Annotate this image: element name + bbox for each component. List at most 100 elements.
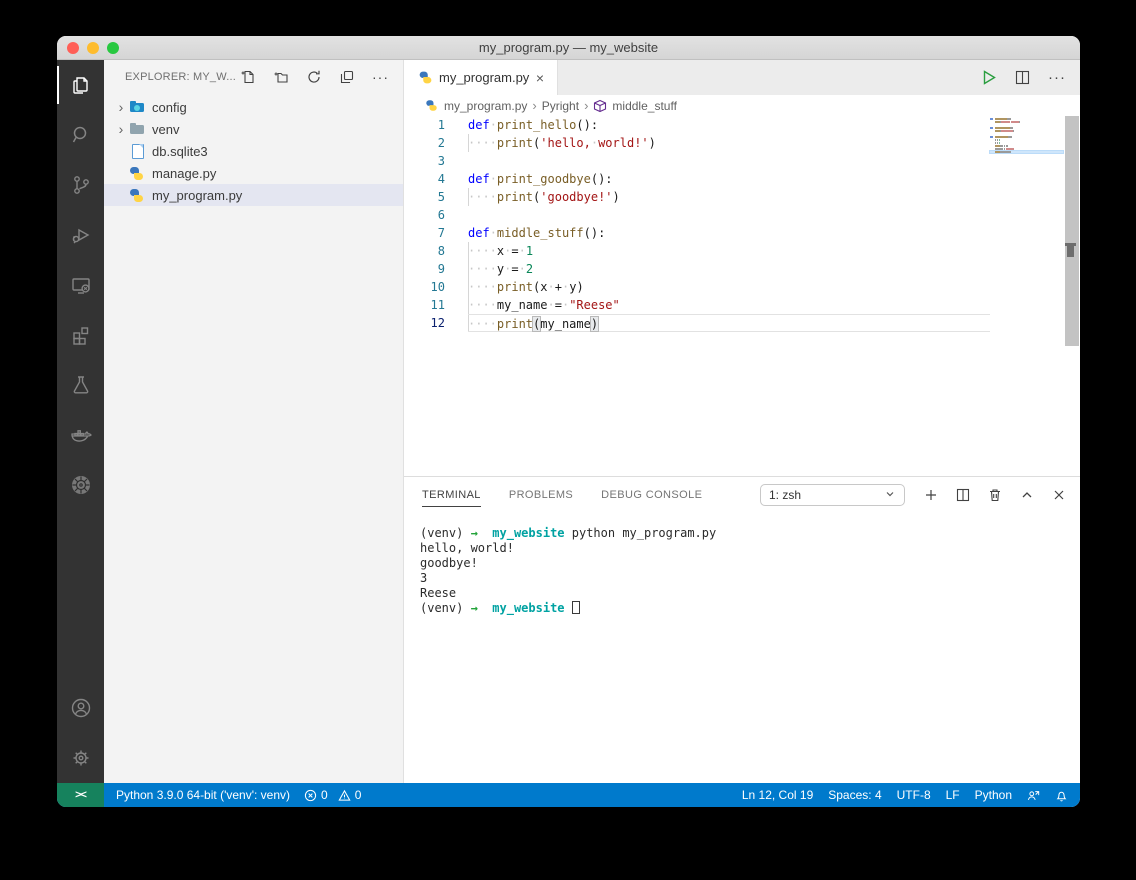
settings-gear-icon[interactable] xyxy=(57,733,104,783)
python-interpreter[interactable]: Python 3.9.0 64-bit ('venv': venv) xyxy=(116,788,290,802)
docker-icon[interactable] xyxy=(57,410,104,460)
code-line-4[interactable]: 4def·print_goodbye(): xyxy=(404,170,1080,188)
maximize-panel-icon[interactable] xyxy=(1019,487,1035,503)
code-line-3[interactable]: 3 xyxy=(404,152,1080,170)
minimap-line xyxy=(990,130,1063,132)
line-number[interactable]: 7 xyxy=(404,226,445,240)
line-text: ····y·=·2 xyxy=(468,260,990,278)
zoom-window-button[interactable] xyxy=(107,42,119,54)
code-line-12[interactable]: 12····print(my_name) xyxy=(404,314,1080,332)
line-number[interactable]: 2 xyxy=(404,136,445,150)
line-number[interactable]: 11 xyxy=(404,298,445,312)
split-terminal-icon[interactable] xyxy=(955,487,971,503)
language-mode[interactable]: Python xyxy=(975,788,1012,802)
cursor-position[interactable]: Ln 12, Col 19 xyxy=(742,788,813,802)
encoding[interactable]: UTF-8 xyxy=(897,788,931,802)
code-line-2[interactable]: 2····print('hello,·world!') xyxy=(404,134,1080,152)
close-window-button[interactable] xyxy=(67,42,79,54)
code-line-5[interactable]: 5 ····print('goodbye!') xyxy=(404,188,1080,206)
tab-debug-console[interactable]: DEBUG CONSOLE xyxy=(601,477,702,512)
remote-explorer-icon[interactable] xyxy=(57,260,104,310)
remote-indicator[interactable]: >< xyxy=(57,783,104,807)
more-editor-actions-icon[interactable]: ··· xyxy=(1048,69,1066,86)
collapse-folders-icon[interactable] xyxy=(339,69,355,85)
explorer-icon[interactable] xyxy=(57,60,104,110)
run-python-file-icon[interactable] xyxy=(980,69,997,86)
code-editor[interactable]: 1def·print_hello():2····print('hello,·wo… xyxy=(404,116,1080,476)
minimize-window-button[interactable] xyxy=(87,42,99,54)
gear-dot-icon xyxy=(134,105,140,111)
tree-item-my_program.py[interactable]: my_program.py xyxy=(104,184,403,206)
python-file-icon xyxy=(426,100,438,112)
tree-item-config[interactable]: ›config xyxy=(104,96,403,118)
new-folder-icon[interactable] xyxy=(273,69,289,85)
line-number[interactable]: 12 xyxy=(404,316,445,330)
explorer-sidebar: EXPLORER: MY_W... xyxy=(104,60,404,783)
breadcrumb-symbol[interactable]: middle_stuff xyxy=(612,99,676,113)
minimap[interactable] xyxy=(990,116,1063,154)
line-text xyxy=(468,206,990,224)
problems-summary[interactable]: 0 0 xyxy=(304,788,361,802)
breadcrumb-file[interactable]: my_program.py xyxy=(444,99,527,113)
folder-icon xyxy=(129,121,145,137)
line-text: ····print(x·+·y) xyxy=(468,278,990,296)
code-line-10[interactable]: 10 ····print(x·+·y) xyxy=(404,278,1080,296)
tree-item-db.sqlite3[interactable]: db.sqlite3 xyxy=(104,140,403,162)
feedback-icon[interactable] xyxy=(1027,789,1040,802)
code-line-8[interactable]: 8····x·=·1 xyxy=(404,242,1080,260)
code-line-1[interactable]: 1def·print_hello(): xyxy=(404,116,1080,134)
python-icon xyxy=(129,166,145,181)
editor-scrollbar[interactable] xyxy=(1065,116,1079,346)
new-terminal-icon[interactable] xyxy=(923,487,939,503)
terminal-line: hello, world! xyxy=(420,541,1080,556)
line-number[interactable]: 4 xyxy=(404,172,445,186)
line-number[interactable]: 6 xyxy=(404,208,445,222)
minimap-line xyxy=(990,136,1063,138)
line-text: ····my_name·=·"Reese" xyxy=(468,296,990,314)
line-number[interactable]: 8 xyxy=(404,244,445,258)
line-number[interactable]: 9 xyxy=(404,262,445,276)
tree-item-label: manage.py xyxy=(152,166,216,181)
refresh-icon[interactable] xyxy=(306,69,322,85)
breadcrumb-module[interactable]: Pyright xyxy=(542,99,579,113)
eol-sequence[interactable]: LF xyxy=(946,788,960,802)
scrollbar-cursor-marker xyxy=(1067,243,1074,257)
code-line-7[interactable]: 7def·middle_stuff(): xyxy=(404,224,1080,242)
tree-item-label: venv xyxy=(152,122,179,137)
accounts-icon[interactable] xyxy=(57,683,104,733)
minimap-line xyxy=(990,148,1063,150)
tree-item-manage.py[interactable]: manage.py xyxy=(104,162,403,184)
code-line-11[interactable]: 11 ····my_name·=·"Reese" xyxy=(404,296,1080,314)
search-icon[interactable] xyxy=(57,110,104,160)
run-and-debug-icon[interactable] xyxy=(57,210,104,260)
tab-terminal[interactable]: TERMINAL xyxy=(422,477,481,512)
kubernetes-icon[interactable] xyxy=(57,460,104,510)
split-editor-icon[interactable] xyxy=(1014,69,1031,86)
line-number[interactable]: 5 xyxy=(404,190,445,204)
notifications-bell-icon[interactable] xyxy=(1055,789,1068,802)
more-actions-icon[interactable]: ··· xyxy=(372,69,389,85)
close-tab-icon[interactable]: × xyxy=(531,70,549,86)
new-file-icon[interactable] xyxy=(240,69,256,85)
terminal-output[interactable]: (venv) → my_website python my_program.py… xyxy=(404,512,1080,616)
terminal-line: (venv) → my_website xyxy=(420,601,1080,616)
line-text: ····print('goodbye!') xyxy=(468,188,990,206)
extensions-icon[interactable] xyxy=(57,310,104,360)
testing-icon[interactable] xyxy=(57,360,104,410)
terminal-line: Reese xyxy=(420,586,1080,601)
code-line-6[interactable]: 6 xyxy=(404,206,1080,224)
line-number[interactable]: 1 xyxy=(404,118,445,132)
tab-problems[interactable]: PROBLEMS xyxy=(509,477,573,512)
line-number[interactable]: 10 xyxy=(404,280,445,294)
indentation[interactable]: Spaces: 4 xyxy=(828,788,881,802)
source-control-icon[interactable] xyxy=(57,160,104,210)
tree-item-venv[interactable]: ›venv xyxy=(104,118,403,140)
tab-my-program[interactable]: my_program.py × xyxy=(404,60,558,95)
kill-terminal-icon[interactable] xyxy=(987,487,1003,503)
terminal-line: (venv) → my_website python my_program.py xyxy=(420,526,1080,541)
code-line-9[interactable]: 9 ····y·=·2 xyxy=(404,260,1080,278)
title-bar: my_program.py — my_website xyxy=(57,36,1080,60)
close-panel-icon[interactable] xyxy=(1051,487,1067,503)
terminal-shell-select[interactable]: 1: zsh xyxy=(760,484,905,506)
line-number[interactable]: 3 xyxy=(404,154,445,168)
